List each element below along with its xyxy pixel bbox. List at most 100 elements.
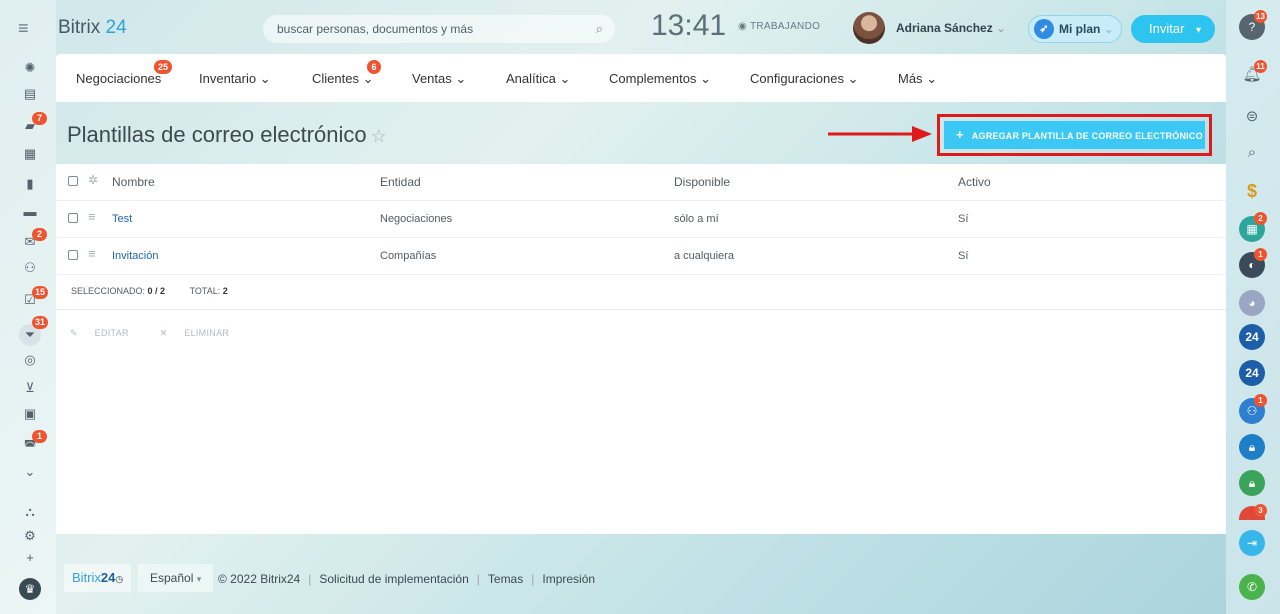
tab-negociaciones[interactable]: Negociaciones 25	[76, 60, 173, 86]
tab-label: Inventario	[199, 71, 257, 86]
tab-configuraciones[interactable]: Configuraciones ⌄	[750, 71, 858, 87]
lock-icon[interactable]: 🔒︎	[1239, 434, 1265, 460]
column-header[interactable]: Entidad	[380, 175, 421, 189]
cell-available: a cualquiera	[674, 250, 734, 262]
feed-icon[interactable]: ✺	[22, 60, 38, 76]
left-sidebar: ≡ ✺ ▤ ▰ 7 ▦ ▮ ▬ ✉ 2 ⚇ ☑ 15 ⏷ 31 ◎ ⊻ ▣ ◚ …	[0, 0, 56, 614]
menu-icon[interactable]: ≡	[18, 18, 38, 38]
search-placeholder: buscar personas, documentos y más	[277, 22, 474, 36]
language-select[interactable]: Español ▾	[138, 564, 214, 592]
group-actions: ✎ EDITAR ✕ ELIMINAR	[70, 328, 257, 339]
tab-label: Clientes	[312, 71, 359, 86]
target-icon[interactable]: ◎	[22, 352, 38, 368]
tab-analitica[interactable]: Analítica ⌄	[506, 71, 570, 87]
tab-inventario[interactable]: Inventario ⌄	[199, 71, 271, 87]
main-content: Negociaciones 25 Inventario ⌄ Clientes ⌄…	[56, 54, 1226, 534]
template-name-link[interactable]: Test	[112, 213, 132, 225]
plan-button[interactable]: ➶ Mi plan ⌄	[1028, 15, 1122, 43]
cell-active: Sí	[958, 213, 969, 225]
row-menu-icon[interactable]: ≡	[88, 246, 96, 261]
top-bar: Bitrix 24 buscar personas, documentos y …	[56, 0, 1226, 56]
template-name-link[interactable]: Invitación	[112, 250, 158, 262]
table-row[interactable]: ≡ Invitación Compañías a cualquiera Sí	[56, 238, 1226, 275]
add-icon[interactable]: +	[22, 550, 38, 566]
chat-list-icon[interactable]: ⊜	[1239, 104, 1265, 130]
user-badge: 2	[1254, 212, 1267, 225]
drive-icon[interactable]: ▬	[22, 204, 38, 220]
select-all-checkbox[interactable]	[68, 176, 78, 186]
right-sidebar: ? 13 🔔︎ 11 ⊜ ⌕ $ ▦ 2 ◐ 1 ◕ 24 24 ⚇ 1 🔒︎ …	[1226, 0, 1280, 614]
last-badge: 3	[1254, 504, 1267, 517]
work-status[interactable]: ◉ TRABAJANDO	[738, 21, 820, 32]
pencil-icon: ✎	[70, 328, 78, 338]
chevron-down-icon: ⌄	[1103, 22, 1114, 36]
tab-ventas[interactable]: Ventas ⌄	[412, 71, 466, 87]
tab-mas[interactable]: Más ⌄	[898, 71, 937, 87]
tab-label: Más	[898, 71, 923, 86]
user-name: Adriana Sánchez	[896, 21, 993, 35]
footer: Bitrix24◷ Español ▾ © 2022 Bitrix24 | Soli…	[56, 560, 856, 596]
bitrix24-icon[interactable]: 24	[1239, 360, 1265, 386]
tab-clientes[interactable]: Clientes ⌄ 6	[312, 60, 381, 87]
search-icon[interactable]: ⌕	[1239, 140, 1265, 166]
open-lines-icon[interactable]: ⇥	[1239, 530, 1265, 556]
tasks-badge: 15	[32, 286, 49, 299]
row-checkbox[interactable]	[68, 250, 78, 260]
logo[interactable]: Bitrix 24	[58, 17, 127, 39]
footer-link[interactable]: Temas	[488, 572, 523, 586]
settings-icon[interactable]: ⚙	[22, 528, 38, 544]
mail-badge: 2	[32, 228, 47, 241]
lock-icon[interactable]: 🔒︎	[1239, 470, 1265, 496]
bitrix24-icon[interactable]: 24	[1239, 324, 1265, 350]
column-header[interactable]: Nombre	[112, 175, 155, 189]
row-menu-icon[interactable]: ≡	[88, 209, 96, 224]
work-status-label: TRABAJANDO	[749, 21, 821, 32]
crm-badge: 31	[32, 316, 49, 329]
tasks-list-icon[interactable]: ▤	[22, 86, 38, 102]
crown-icon[interactable]: ♛	[19, 578, 41, 600]
contact-card-icon[interactable]: ▣	[22, 406, 38, 422]
language-label: Español	[150, 571, 194, 585]
crm-nav: Negociaciones 25 Inventario ⌄ Clientes ⌄…	[56, 54, 1226, 102]
edit-action[interactable]: ✎ EDITAR	[70, 328, 143, 338]
add-template-button[interactable]: + AGREGAR PLANTILLA DE CORREO ELECTRÓNICO	[944, 121, 1205, 149]
arrow-icon	[828, 126, 932, 142]
chevron-down-icon: ⌄	[847, 71, 859, 86]
cart-icon[interactable]: ⊻	[22, 380, 38, 396]
star-icon[interactable]: ☆	[371, 126, 387, 146]
table-counts: SELECCIONADO: 0 / 2 TOTAL: 2	[71, 286, 228, 296]
delete-action[interactable]: ✕ ELIMINAR	[160, 328, 244, 338]
user-menu[interactable]: Adriana Sánchez ⌄	[896, 21, 1006, 35]
logo-brand: Bitrix	[58, 17, 101, 38]
footer-link[interactable]: Solicitud de implementación	[319, 572, 468, 586]
chevron-down-icon: ⌄	[700, 71, 711, 86]
tab-complementos[interactable]: Complementos ⌄	[609, 71, 711, 87]
dollar-icon[interactable]: $	[1239, 178, 1265, 204]
gear-icon[interactable]: ✲	[88, 173, 98, 187]
row-checkbox[interactable]	[68, 213, 78, 223]
sitemap-icon[interactable]: ⛬	[22, 504, 38, 520]
avatar[interactable]	[853, 12, 885, 44]
table-row[interactable]: ≡ Test Negociaciones sólo a mí Sí	[56, 201, 1226, 238]
search-icon[interactable]: ⌕	[596, 15, 603, 43]
contacts-icon[interactable]: ⚇	[22, 260, 38, 276]
footer-link[interactable]: Impresión	[542, 572, 595, 586]
phone-icon[interactable]: ✆	[1239, 574, 1265, 600]
tab-label: Complementos	[609, 71, 697, 86]
column-header[interactable]: Activo	[958, 175, 991, 189]
calendar-icon[interactable]: ▦	[22, 146, 38, 162]
selected-label: SELECCIONADO:	[71, 286, 146, 296]
plan-label: Mi plan	[1059, 22, 1101, 36]
chevron-down-icon[interactable]: ⌄	[22, 464, 38, 480]
document-icon[interactable]: ▮	[22, 176, 38, 192]
tab-label: Configuraciones	[750, 71, 844, 86]
group-badge: 1	[1254, 394, 1267, 407]
footer-logo[interactable]: Bitrix24◷	[64, 564, 132, 592]
avatar[interactable]: ◕	[1239, 290, 1265, 316]
clock: 13:41	[651, 9, 727, 42]
search-input[interactable]: buscar personas, documentos y más ⌕	[263, 15, 615, 43]
cell-active: Sí	[958, 250, 969, 262]
invite-button[interactable]: Invitar ▾	[1131, 15, 1215, 43]
rocket-icon: ➶	[1034, 19, 1054, 39]
column-header[interactable]: Disponible	[674, 175, 730, 189]
